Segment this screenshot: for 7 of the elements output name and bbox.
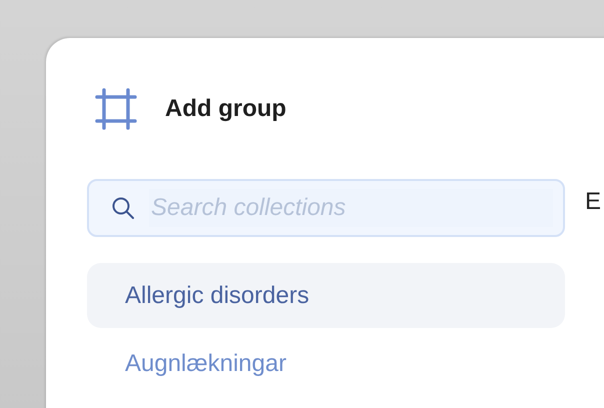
collection-item[interactable]: Allergic disorders <box>87 263 565 328</box>
side-label: E <box>585 188 602 216</box>
collection-item[interactable]: Augnlækningar <box>87 331 565 396</box>
search-field[interactable]: Search collections <box>87 179 565 237</box>
dialog-title: Add group <box>165 95 286 123</box>
crop-frame-icon <box>95 88 137 130</box>
search-icon <box>111 196 135 220</box>
